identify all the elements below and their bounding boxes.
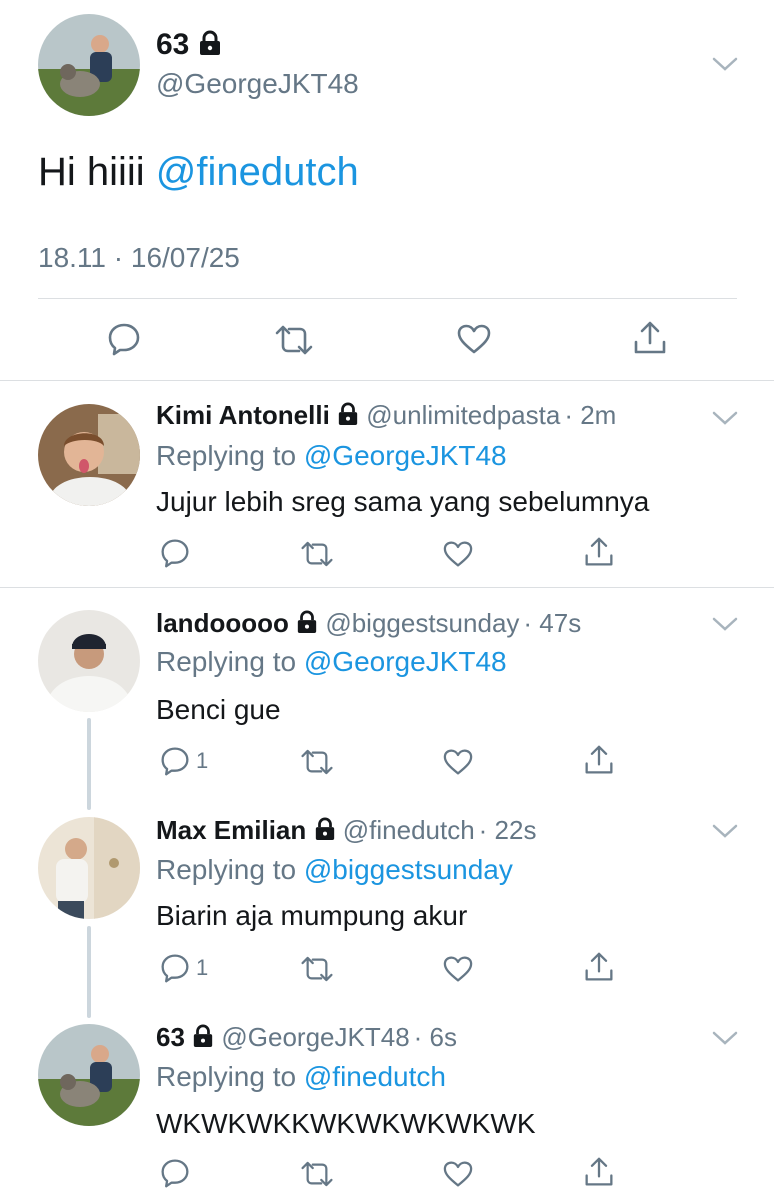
heart-icon [443,749,473,775]
avatar[interactable] [38,817,140,919]
lock-icon [297,610,317,633]
share-icon [634,321,666,354]
reply-icon [161,539,189,568]
retweet-button[interactable] [300,955,334,983]
display-name[interactable]: 63 [156,28,189,61]
thread-line [87,926,91,1018]
share-button[interactable] [584,744,614,776]
user-handle[interactable]: @GeorgeJKT48 [156,68,359,100]
reply-count: 1 [196,748,209,773]
retweet-button[interactable] [300,1160,334,1188]
mention-link[interactable]: @GeorgeJKT48 [304,646,507,677]
tweet-text: Benci gue [156,694,281,725]
like-button[interactable] [456,323,492,355]
user-handle[interactable]: @finedutch [343,815,475,845]
chevron-down-icon[interactable] [712,1030,738,1046]
avatar[interactable] [38,1024,140,1126]
mention-link[interactable]: @finedutch [304,1061,446,1092]
retweet-icon [275,325,313,355]
heart-icon [443,956,473,982]
divider [38,298,737,299]
share-icon [585,952,613,981]
share-icon [585,1157,613,1186]
lock-icon [338,402,358,425]
divider [0,380,774,381]
like-button[interactable] [442,1160,474,1188]
chevron-down-icon[interactable] [712,616,738,632]
retweet-icon [301,749,333,775]
replying-label: Replying to [156,854,304,885]
reply-icon [161,1159,189,1188]
avatar[interactable] [38,404,140,506]
share-button[interactable] [584,1156,614,1188]
heart-icon [457,324,491,354]
share-button[interactable] [584,951,614,983]
mention-link[interactable]: @finedutch [156,150,359,194]
lock-icon [315,817,334,840]
chevron-down-icon[interactable] [712,410,738,426]
tweet-time[interactable]: · 2m [564,400,616,430]
retweet-icon [301,1161,333,1187]
retweet-button[interactable] [300,540,334,568]
tweet-text: WKWKWKKWKWKWKWKWK [156,1108,536,1139]
share-icon [585,745,613,774]
replying-to: Replying to @biggestsunday [156,854,513,886]
retweet-icon [301,541,333,567]
like-button[interactable] [442,748,474,776]
tweet-time[interactable]: · 47s [523,608,581,638]
lock-icon [199,30,220,55]
reply-button[interactable]: 1 [160,953,208,983]
mention-link[interactable]: @GeorgeJKT48 [304,440,507,471]
retweet-button[interactable] [274,324,314,356]
replying-label: Replying to [156,646,304,677]
heart-icon [443,1161,473,1187]
reply-icon [161,954,189,983]
reply-button[interactable] [107,322,141,356]
chevron-down-icon[interactable] [712,823,738,839]
tweet-text: Jujur lebih sreg sama yang sebelumnya [156,486,650,517]
replying-label: Replying to [156,1061,304,1092]
share-button[interactable] [584,536,614,568]
thread-line [87,718,91,810]
display-name[interactable]: Kimi Antonelli [156,400,330,430]
reply-count: 1 [196,955,209,980]
reply-icon [108,323,140,356]
replying-label: Replying to [156,440,304,471]
mention-link[interactable]: @biggestsunday [304,854,513,885]
display-name[interactable]: landooooo [156,608,289,638]
user-handle[interactable]: @unlimitedpasta [366,400,560,430]
share-button[interactable] [633,320,667,356]
reply-button[interactable]: 1 [160,746,208,776]
avatar[interactable] [38,14,140,116]
user-handle[interactable]: @biggestsunday [325,608,519,638]
divider [0,587,774,588]
tweet-text: Biarin aja mumpung akur [156,900,468,931]
chevron-down-icon[interactable] [712,56,738,72]
tweet-text-body: Hi hiiii [38,150,156,194]
retweet-button[interactable] [300,748,334,776]
reply-button[interactable] [160,538,196,568]
tweet-time[interactable]: · 6s [414,1022,457,1052]
user-handle[interactable]: @GeorgeJKT48 [221,1022,409,1052]
reply-icon [161,747,189,776]
retweet-icon [301,956,333,982]
like-button[interactable] [442,955,474,983]
reply-button[interactable] [160,1158,196,1188]
like-button[interactable] [442,540,474,568]
avatar[interactable] [38,610,140,712]
replying-to: Replying to @GeorgeJKT48 [156,440,507,472]
tweet-timestamp[interactable]: 18.11 · 16/07/25 [38,242,240,274]
tweet-text: Hi hiiii @finedutch [38,150,359,195]
lock-icon [193,1024,213,1047]
display-name[interactable]: 63 [156,1022,185,1052]
heart-icon [443,541,473,567]
replying-to: Replying to @GeorgeJKT48 [156,646,507,678]
tweet-time[interactable]: · 22s [479,815,537,845]
share-icon [585,537,613,566]
replying-to: Replying to @finedutch [156,1061,446,1093]
display-name[interactable]: Max Emilian [156,815,306,845]
